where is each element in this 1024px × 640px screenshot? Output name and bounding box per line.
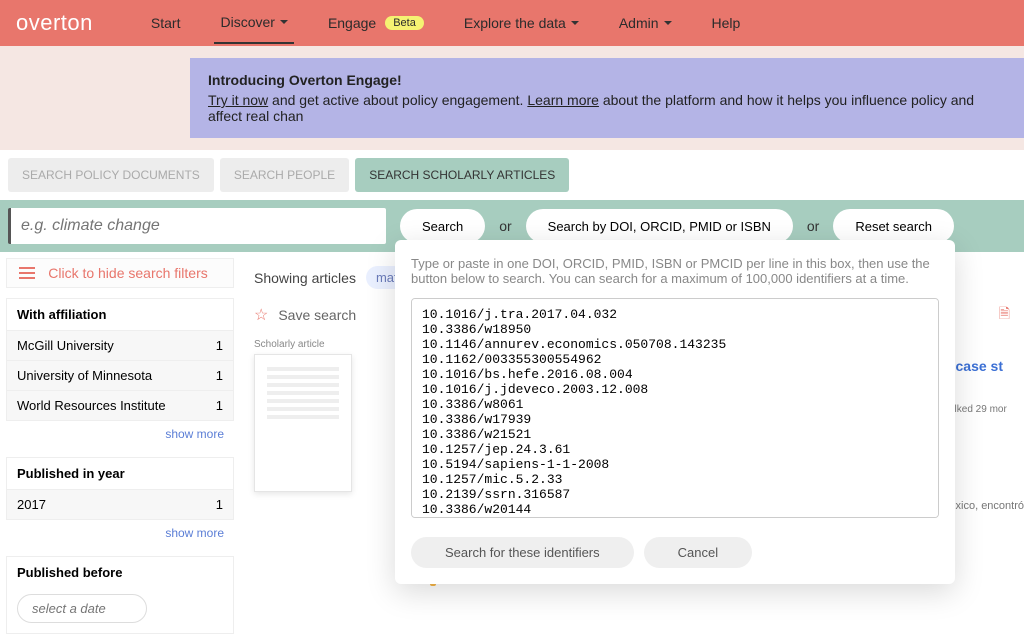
tab-policy-documents[interactable]: SEARCH POLICY DOCUMENTS bbox=[8, 158, 214, 192]
nav-discover[interactable]: Discover bbox=[214, 2, 293, 44]
nav-engage[interactable]: EngageBeta bbox=[322, 3, 430, 43]
filter-title: Published before bbox=[7, 557, 233, 588]
chevron-down-icon bbox=[571, 21, 579, 25]
hamburger-icon bbox=[19, 267, 35, 279]
filter-title: Published in year bbox=[7, 458, 233, 489]
nav-explore[interactable]: Explore the data bbox=[458, 3, 585, 43]
date-input[interactable] bbox=[17, 594, 147, 623]
sidebar: Click to hide search filters With affili… bbox=[0, 252, 240, 640]
learn-more-link[interactable]: Learn more bbox=[527, 92, 599, 108]
reset-search-button[interactable]: Reset search bbox=[833, 209, 954, 243]
nav-admin[interactable]: Admin bbox=[613, 3, 678, 43]
cancel-button[interactable]: Cancel bbox=[644, 537, 752, 568]
show-more-link[interactable]: show more bbox=[6, 520, 234, 546]
article-type-label: Scholarly article bbox=[254, 339, 352, 350]
mexico-text: léxico, encontró bbox=[947, 500, 1024, 512]
modal-buttons: Search for these identifiers Cancel bbox=[411, 537, 939, 568]
save-search-link[interactable]: Save search bbox=[278, 307, 356, 323]
search-identifiers-button[interactable]: Search for these identifiers bbox=[411, 537, 634, 568]
search-button[interactable]: Search bbox=[400, 209, 485, 243]
banner-backdrop: Introducing Overton Engage! Try it now a… bbox=[0, 46, 1024, 150]
modal-description: Type or paste in one DOI, ORCID, PMID, I… bbox=[411, 256, 939, 286]
or-text: or bbox=[807, 218, 819, 234]
doi-search-modal: Type or paste in one DOI, ORCID, PMID, I… bbox=[395, 240, 955, 584]
hide-filters-toggle[interactable]: Click to hide search filters bbox=[6, 258, 234, 288]
engage-banner: Introducing Overton Engage! Try it now a… bbox=[190, 58, 1024, 138]
logo: overton bbox=[16, 10, 93, 36]
tab-people[interactable]: SEARCH PEOPLE bbox=[220, 158, 349, 192]
try-it-link[interactable]: Try it now bbox=[208, 92, 268, 108]
article-card[interactable]: Scholarly article bbox=[254, 339, 352, 492]
search-by-doi-button[interactable]: Search by DOI, ORCID, PMID or ISBN bbox=[526, 209, 793, 243]
identifiers-textarea[interactable] bbox=[411, 298, 939, 518]
or-text: or bbox=[499, 218, 511, 234]
search-tabs: SEARCH POLICY DOCUMENTS SEARCH PEOPLE SE… bbox=[0, 150, 1024, 200]
chevron-down-icon bbox=[664, 21, 672, 25]
nav-start[interactable]: Start bbox=[145, 3, 187, 43]
show-more-link[interactable]: show more bbox=[6, 421, 234, 447]
filter-item[interactable]: 20171 bbox=[7, 489, 233, 519]
article-thumbnail bbox=[254, 354, 352, 492]
filter-item[interactable]: McGill University1 bbox=[7, 330, 233, 360]
tab-scholarly-articles[interactable]: SEARCH SCHOLARLY ARTICLES bbox=[355, 158, 569, 192]
filter-year: Published in year 20171 bbox=[6, 457, 234, 520]
nav-help[interactable]: Help bbox=[706, 3, 747, 43]
pdf-icon[interactable]: 🗎 bbox=[999, 303, 1010, 327]
top-nav: overton Start Discover EngageBeta Explor… bbox=[0, 0, 1024, 46]
filter-affiliation: With affiliation McGill University1 Univ… bbox=[6, 298, 234, 421]
banner-title: Introducing Overton Engage! bbox=[208, 72, 1006, 88]
filter-item[interactable]: World Resources Institute1 bbox=[7, 390, 233, 420]
filter-published-before: Published before bbox=[6, 556, 234, 634]
chevron-down-icon bbox=[280, 20, 288, 24]
star-icon[interactable]: ☆ bbox=[254, 305, 268, 325]
beta-badge: Beta bbox=[385, 16, 424, 30]
filter-title: With affiliation bbox=[7, 299, 233, 330]
search-input[interactable] bbox=[8, 208, 386, 244]
filter-item[interactable]: University of Minnesota1 bbox=[7, 360, 233, 390]
banner-body: Try it now and get active about policy e… bbox=[208, 92, 1006, 124]
thumb-lines-icon bbox=[267, 367, 339, 419]
